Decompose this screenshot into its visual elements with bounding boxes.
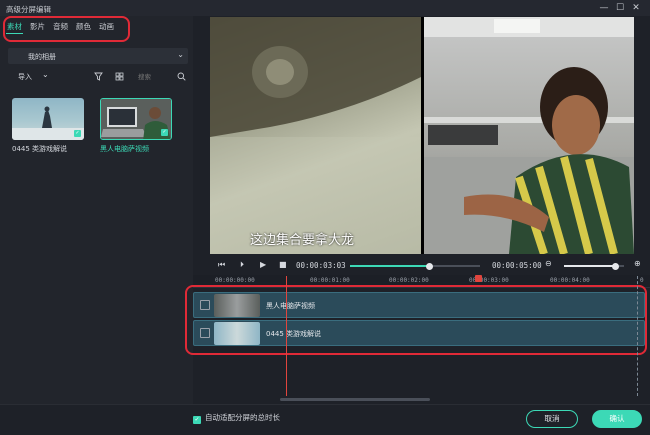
tracks-highlight-box — [185, 285, 647, 355]
album-selector[interactable]: 我的相册 ⌄ — [8, 48, 188, 64]
ruler-tick-label: 00:00:00:00 — [215, 277, 255, 284]
close-icon[interactable]: ✕ — [630, 2, 642, 14]
checkbox-checked-icon[interactable]: ✓ — [193, 416, 201, 424]
window-title: 高级分屏编辑 — [6, 5, 51, 14]
total-time: 00:00:05:00 — [492, 261, 542, 270]
album-label: 我的相册 — [28, 53, 56, 61]
minimize-icon[interactable]: — — [598, 2, 610, 14]
ruler-tick-label: 00:00:02:00 — [389, 277, 429, 284]
restore-icon[interactable]: ☐ — [614, 2, 626, 14]
stop-icon[interactable]: ■ — [279, 260, 287, 269]
ruler-tick-label: 00:00:01:00 — [310, 277, 350, 284]
autofit-checkbox[interactable]: ✓ 自动适配分屏的总时长 — [193, 412, 280, 424]
ruler-tick-label: 0 — [640, 277, 644, 284]
import-button[interactable]: 导入 — [18, 72, 32, 82]
media-toolbar: 导入 ⌄ — [8, 70, 188, 84]
timeline-scrollbar[interactable] — [280, 398, 430, 401]
clip-label-laptop: 黑人电脑萨视频 — [100, 145, 149, 153]
current-time: 00:00:03:03 — [296, 261, 346, 270]
game-video-frame — [210, 17, 421, 254]
playhead-line[interactable] — [286, 276, 287, 396]
playback-progress-handle[interactable] — [425, 262, 433, 270]
clip-selected-check-icon: ✓ — [161, 129, 168, 136]
media-clip-laptop[interactable]: ✓ — [100, 98, 172, 140]
clip-selected-check-icon: ✓ — [74, 130, 81, 137]
zoom-out-icon[interactable]: ⊖ — [545, 259, 552, 268]
zoom-slider[interactable] — [564, 262, 624, 270]
autofit-label: 自动适配分屏的总时长 — [205, 413, 280, 422]
ok-button[interactable]: 确认 — [592, 410, 642, 428]
chevron-down-icon: ⌄ — [177, 50, 184, 59]
zoom-in-icon[interactable]: ⊕ — [634, 259, 641, 268]
preview-pane-right[interactable] — [424, 17, 634, 254]
search-icon[interactable] — [177, 72, 186, 81]
play-icon[interactable]: ▶ — [260, 260, 266, 269]
playback-progress-fill — [350, 265, 430, 267]
step-back-icon[interactable]: ⏵ — [240, 260, 244, 270]
zoom-slider-fill — [564, 265, 615, 267]
media-clip-game[interactable]: ✓ — [12, 98, 84, 140]
playback-controls: ⏮ ⏵ ▶ ■ 00:00:03:03 00:00:05:00 ⊖ ⊕ — [210, 258, 650, 274]
clip-label-game: 0445 类游戏解说 — [12, 145, 68, 153]
previous-frame-icon[interactable]: ⏮ — [218, 260, 225, 270]
playhead-marker[interactable] — [475, 275, 482, 282]
laptop-video-frame — [424, 17, 634, 254]
import-chevron-icon[interactable]: ⌄ — [42, 70, 49, 79]
grid-view-icon[interactable] — [115, 72, 124, 81]
filter-icon[interactable] — [94, 72, 103, 81]
tabs-highlight-box — [3, 16, 130, 42]
search-input[interactable] — [138, 71, 170, 83]
split-screen-preview[interactable]: 这边集合要拿大龙 — [210, 17, 634, 254]
ruler-tick-label: 00:00:04:00 — [550, 277, 590, 284]
end-marker-line — [637, 276, 638, 396]
preview-pane-left[interactable]: 这边集合要拿大龙 — [210, 17, 421, 254]
title-bar: 高级分屏编辑 — ☐ ✕ — [0, 0, 650, 16]
cancel-button[interactable]: 取消 — [526, 410, 578, 428]
video-subtitle: 这边集合要拿大龙 — [250, 233, 355, 248]
zoom-slider-handle[interactable] — [611, 262, 619, 270]
playback-progress[interactable] — [350, 262, 480, 270]
